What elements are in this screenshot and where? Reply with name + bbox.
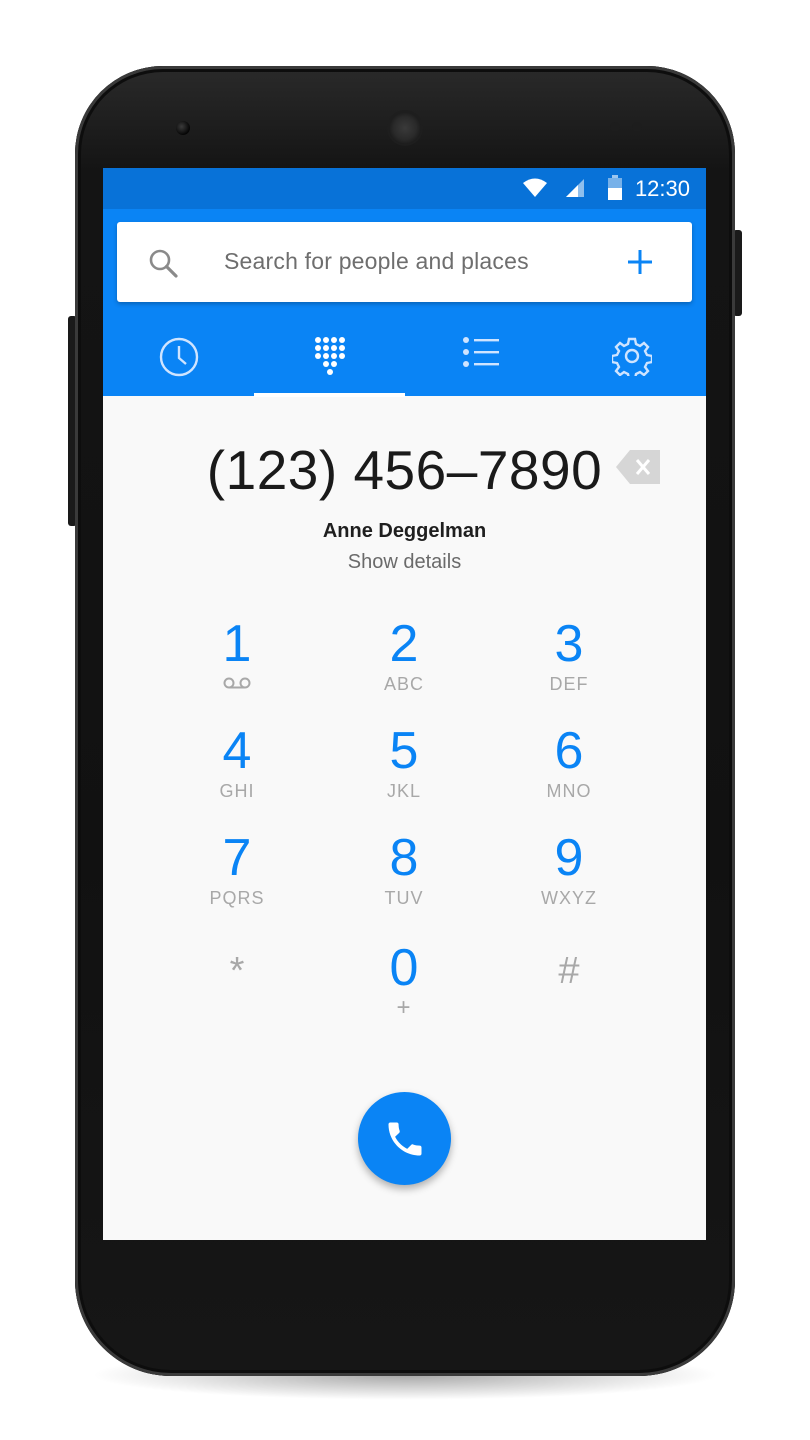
- key-letters: +: [396, 994, 412, 1021]
- key-letters: MNO: [546, 781, 592, 801]
- show-details-link[interactable]: Show details: [103, 551, 706, 574]
- key-letters: PQRS: [209, 888, 265, 908]
- battery-icon: [608, 175, 622, 206]
- key-3[interactable]: 3 DEF: [489, 616, 649, 716]
- search-input[interactable]: Search for people and places: [224, 248, 529, 275]
- status-time: 12:30: [634, 176, 690, 201]
- key-letters: TUV: [384, 888, 424, 908]
- key-digit: 8: [389, 829, 419, 887]
- app-bar: Search for people and places: [103, 209, 706, 397]
- key-digit: 1: [222, 615, 252, 673]
- phone-icon: [388, 1122, 422, 1156]
- screen: 12:30 Search for people and places (123)…: [103, 168, 706, 1240]
- search-box[interactable]: Search for people and places: [117, 222, 692, 302]
- key-4[interactable]: 4 GHI: [157, 723, 317, 823]
- wifi-icon: [523, 177, 547, 204]
- search-icon[interactable]: [148, 248, 178, 283]
- key-letters: DEF: [549, 674, 589, 694]
- key-2[interactable]: 2 ABC: [324, 616, 484, 716]
- key-digit: 7: [222, 829, 252, 887]
- key-digit: 2: [389, 615, 419, 673]
- clock-icon: [159, 337, 198, 377]
- gear-icon: [611, 337, 652, 376]
- key-digit: 3: [554, 615, 584, 673]
- call-button[interactable]: [358, 1092, 451, 1185]
- key-digit: 5: [389, 722, 419, 780]
- list-icon: [462, 337, 499, 367]
- signal-icon: [564, 177, 586, 204]
- voicemail-icon: [157, 674, 317, 695]
- proximity-sensor: [610, 122, 620, 132]
- key-1[interactable]: 1: [157, 616, 317, 716]
- earpiece-speaker: [389, 112, 421, 144]
- tab-settings[interactable]: [556, 309, 706, 396]
- light-sensor: [632, 122, 642, 132]
- selected-tab-indicator: [254, 393, 405, 397]
- dialpad-icon: [314, 337, 345, 375]
- key-star[interactable]: *: [157, 943, 317, 1043]
- key-digit: 6: [554, 722, 584, 780]
- key-7[interactable]: 7 PQRS: [157, 830, 317, 930]
- tab-recents[interactable]: [103, 309, 254, 396]
- key-digit: #: [558, 950, 580, 992]
- key-digit: 4: [222, 722, 252, 780]
- key-digit: 9: [554, 829, 584, 887]
- key-hash[interactable]: #: [489, 943, 649, 1043]
- key-digit: *: [229, 950, 245, 992]
- key-8[interactable]: 8 TUV: [324, 830, 484, 930]
- backspace-icon[interactable]: [616, 450, 660, 489]
- key-9[interactable]: 9 WXYZ: [489, 830, 649, 930]
- key-letters: GHI: [219, 781, 255, 801]
- add-icon[interactable]: [626, 248, 654, 281]
- key-letters: WXYZ: [541, 888, 597, 908]
- front-camera: [176, 121, 190, 135]
- key-5[interactable]: 5 JKL: [324, 723, 484, 823]
- tab-contacts[interactable]: [405, 309, 556, 396]
- key-letters: ABC: [383, 674, 424, 694]
- tab-dialpad[interactable]: [254, 309, 405, 396]
- key-letters: JKL: [386, 781, 422, 801]
- key-digit: 0: [389, 939, 419, 997]
- key-0[interactable]: 0 +: [324, 940, 484, 1040]
- contact-name: Anne Deggelman: [322, 520, 487, 542]
- status-bar: 12:30: [103, 168, 706, 209]
- key-6[interactable]: 6 MNO: [489, 723, 649, 823]
